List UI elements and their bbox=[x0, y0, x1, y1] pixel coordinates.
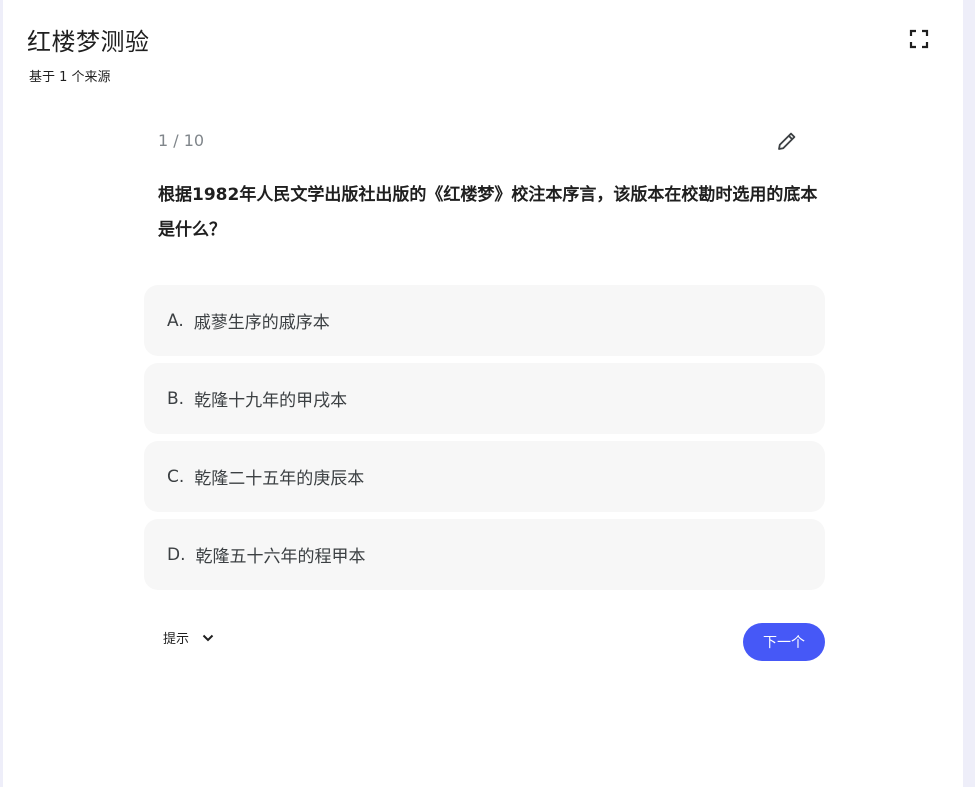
question-counter: 1 / 10 bbox=[158, 131, 205, 150]
pencil-icon[interactable] bbox=[776, 130, 798, 152]
source-count: 基于 1 个来源 bbox=[29, 70, 111, 85]
hint-label: 提示 bbox=[163, 632, 190, 647]
option-c[interactable]: C. 乾隆二十五年的庚辰本 bbox=[144, 441, 825, 512]
expand-icon[interactable] bbox=[908, 28, 930, 50]
question-text: 根据1982年人民文学出版社出版的《红楼梦》校注本序言，该版本在校勘时选用的底本… bbox=[158, 185, 818, 240]
option-text: 戚蓼生序的戚序本 bbox=[193, 313, 330, 333]
option-letter: B. bbox=[167, 388, 185, 409]
option-letter: A. bbox=[167, 310, 184, 331]
chevron-down-icon bbox=[202, 634, 214, 641]
quiz-panel: 红楼梦测验 基于 1 个来源 1 / 10 根据1982年人民文学出版社出版的《… bbox=[3, 0, 963, 787]
option-text: 乾隆十九年的甲戌本 bbox=[194, 391, 348, 411]
option-text: 乾隆二十五年的庚辰本 bbox=[194, 469, 365, 489]
option-b[interactable]: B. 乾隆十九年的甲戌本 bbox=[144, 363, 825, 434]
option-a[interactable]: A. 戚蓼生序的戚序本 bbox=[144, 285, 825, 356]
answer-options: A. 戚蓼生序的戚序本 B. 乾隆十九年的甲戌本 C. 乾隆二十五年的庚辰本 D… bbox=[144, 285, 825, 597]
option-d[interactable]: D. 乾隆五十六年的程甲本 bbox=[144, 519, 825, 590]
option-text: 乾隆五十六年的程甲本 bbox=[195, 547, 366, 567]
page-title: 红楼梦测验 bbox=[27, 28, 150, 56]
hint-button[interactable]: 提示 bbox=[163, 628, 215, 647]
next-button[interactable]: 下一个 bbox=[743, 623, 825, 661]
option-letter: C. bbox=[167, 466, 185, 487]
option-letter: D. bbox=[167, 544, 186, 565]
